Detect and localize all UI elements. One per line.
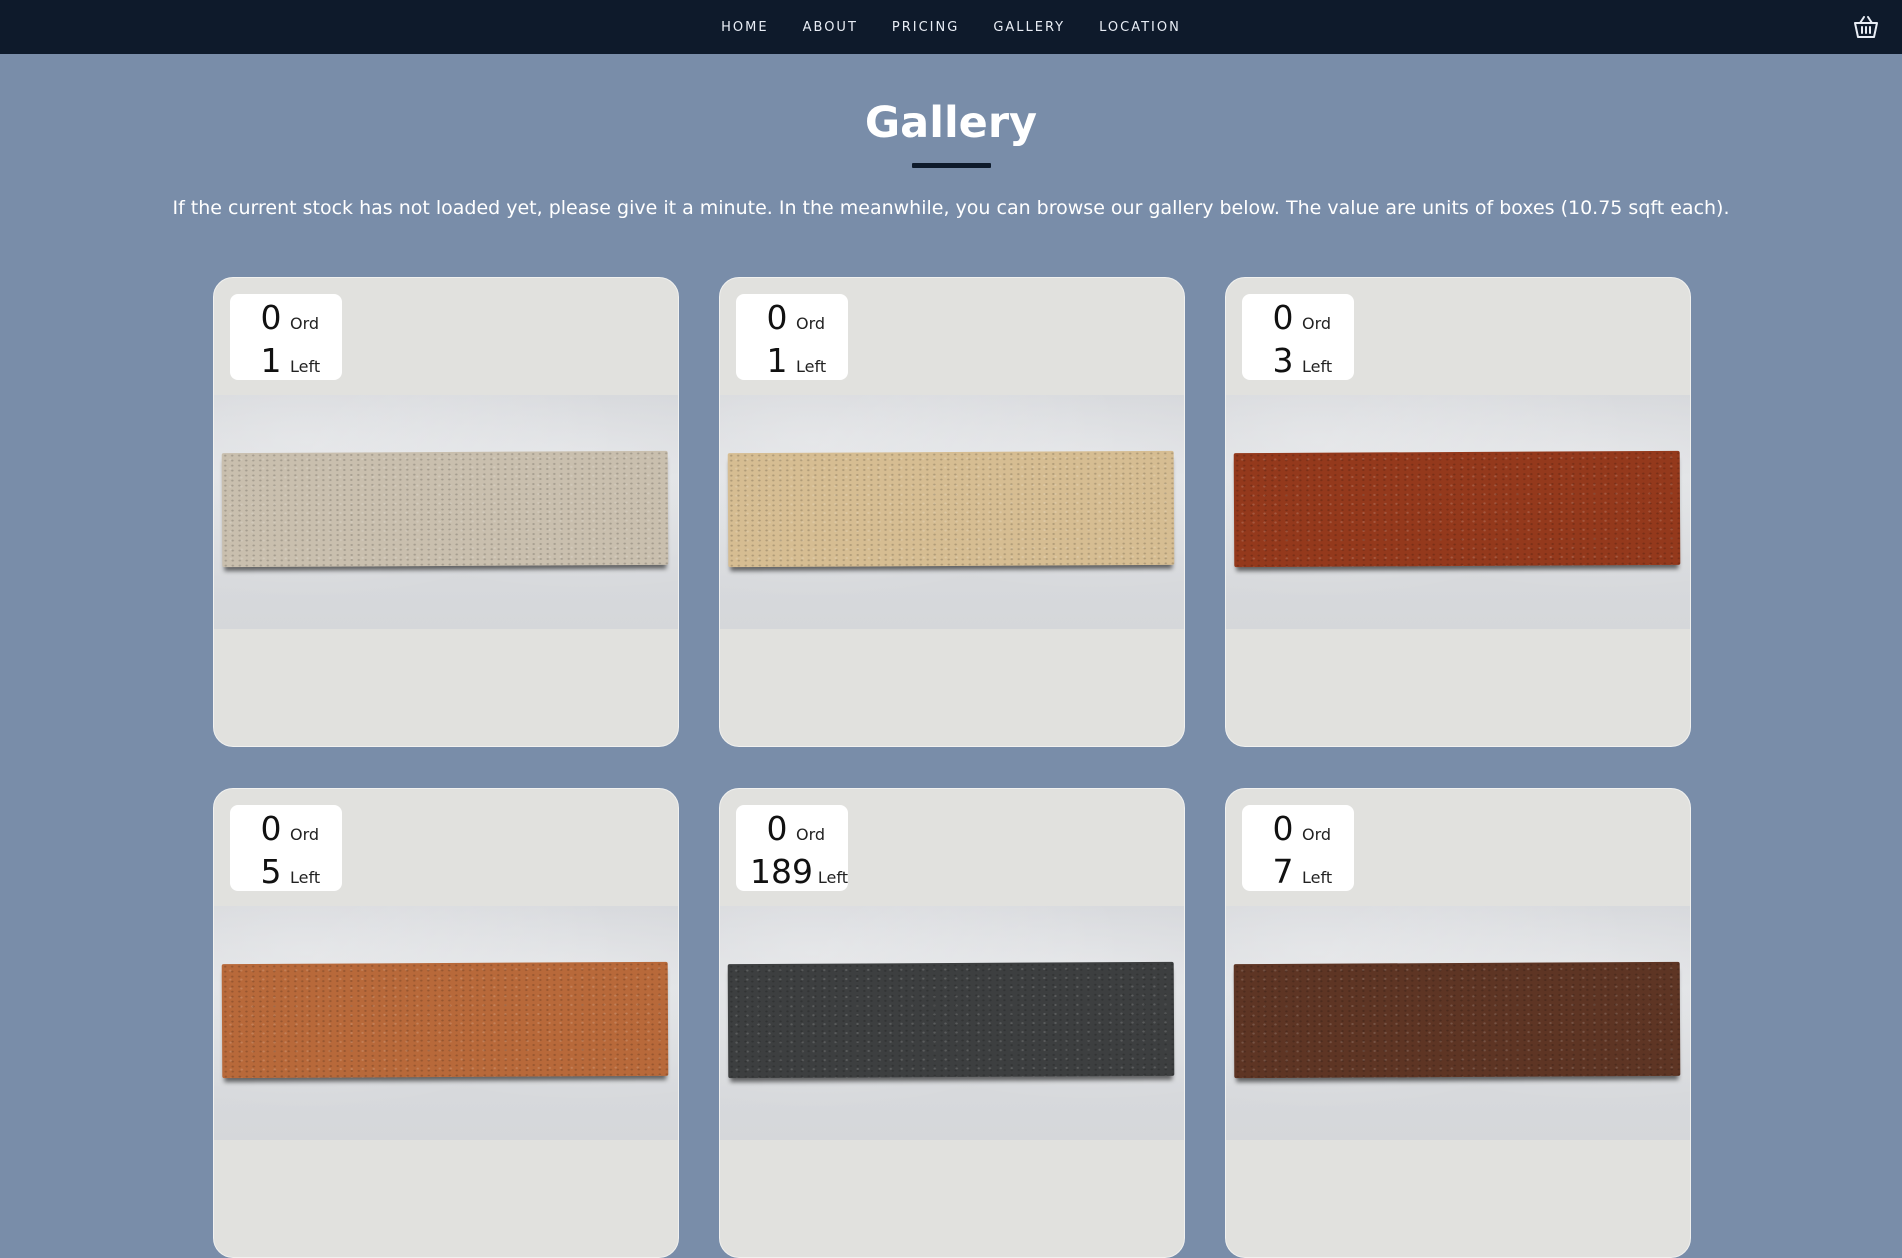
page-title: Gallery <box>864 98 1038 148</box>
nav-link-gallery[interactable]: GALLERY <box>993 20 1065 35</box>
nav-link-location[interactable]: LOCATION <box>1099 20 1181 35</box>
stock-badge: 0 Ord 189 Left <box>736 805 848 891</box>
title-underline <box>912 163 991 168</box>
ordered-count: 0 <box>260 298 282 337</box>
stock-badge: 0 Ord 3 Left <box>1242 294 1354 380</box>
ordered-count: 0 <box>1272 809 1294 848</box>
product-card[interactable]: 0 Ord 7 Left <box>1225 788 1691 1258</box>
left-label: Left <box>1302 357 1333 376</box>
product-photo <box>1226 906 1690 1140</box>
product-card[interactable]: 0 Ord 189 Left <box>719 788 1185 1258</box>
product-photo <box>1226 395 1690 629</box>
ordered-count: 0 <box>766 298 788 337</box>
product-photo <box>720 395 1184 629</box>
left-label: Left <box>796 357 827 376</box>
ordered-count: 0 <box>766 809 788 848</box>
product-photo <box>214 395 678 629</box>
product-card[interactable]: 0 Ord 1 Left <box>719 277 1185 747</box>
ordered-label: Ord <box>796 314 826 333</box>
stock-badge: 0 Ord 5 Left <box>230 805 342 891</box>
ordered-count: 0 <box>260 809 282 848</box>
left-count: 7 <box>1272 852 1294 891</box>
ordered-label: Ord <box>290 825 320 844</box>
brick-image <box>1233 450 1681 568</box>
left-label: Left <box>817 868 848 887</box>
product-photo <box>214 906 678 1140</box>
product-photo <box>720 906 1184 1140</box>
page-subtitle: If the current stock has not loaded yet,… <box>172 197 1730 219</box>
product-card[interactable]: 0 Ord 3 Left <box>1225 277 1691 747</box>
left-count: 189 <box>750 852 813 891</box>
nav-link-pricing[interactable]: PRICING <box>892 20 959 35</box>
left-count: 1 <box>766 341 788 380</box>
ordered-label: Ord <box>1302 825 1332 844</box>
brick-image <box>221 961 669 1079</box>
brick-image <box>1233 961 1681 1079</box>
stock-badge: 0 Ord 1 Left <box>230 294 342 380</box>
ordered-label: Ord <box>290 314 320 333</box>
nav-links: HOME ABOUT PRICING GALLERY LOCATION <box>0 0 1902 54</box>
nav-link-about[interactable]: ABOUT <box>803 20 858 35</box>
left-count: 3 <box>1272 341 1294 380</box>
left-label: Left <box>290 868 321 887</box>
nav-link-home[interactable]: HOME <box>721 20 768 35</box>
basket-icon[interactable] <box>1852 13 1880 41</box>
left-count: 5 <box>260 852 282 891</box>
ordered-label: Ord <box>1302 314 1332 333</box>
stock-badge: 0 Ord 7 Left <box>1242 805 1354 891</box>
ordered-count: 0 <box>1272 298 1294 337</box>
stock-badge: 0 Ord 1 Left <box>736 294 848 380</box>
product-card[interactable]: 0 Ord 1 Left <box>213 277 679 747</box>
left-label: Left <box>1302 868 1333 887</box>
top-nav: HOME ABOUT PRICING GALLERY LOCATION <box>0 0 1902 54</box>
left-label: Left <box>290 357 321 376</box>
brick-image <box>221 450 669 568</box>
ordered-label: Ord <box>796 825 826 844</box>
brick-image <box>727 450 1175 568</box>
left-count: 1 <box>260 341 282 380</box>
brick-image <box>727 961 1175 1079</box>
product-card[interactable]: 0 Ord 5 Left <box>213 788 679 1258</box>
